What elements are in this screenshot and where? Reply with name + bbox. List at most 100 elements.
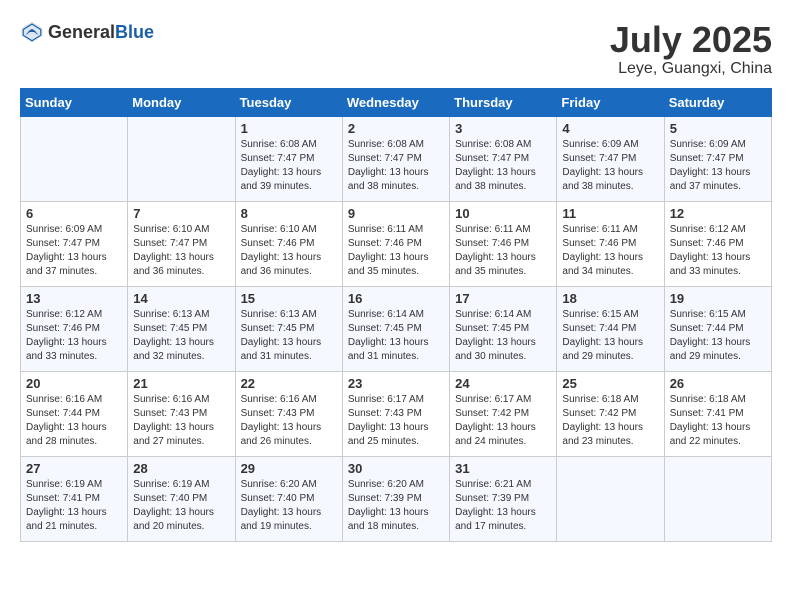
day-info: Sunrise: 6:14 AM Sunset: 7:45 PM Dayligh…: [455, 308, 551, 364]
day-number: 28: [133, 461, 229, 476]
day-info: Sunrise: 6:19 AM Sunset: 7:41 PM Dayligh…: [26, 478, 122, 534]
calendar-cell: 7 Sunrise: 6:10 AM Sunset: 7:47 PM Daylig…: [128, 201, 235, 286]
day-info: Sunrise: 6:20 AM Sunset: 7:39 PM Dayligh…: [348, 478, 444, 534]
day-number: 1: [241, 121, 337, 136]
calendar-cell: 9 Sunrise: 6:11 AM Sunset: 7:46 PM Daylig…: [342, 201, 449, 286]
day-number: 11: [562, 206, 658, 221]
location-title: Leye, Guangxi, China: [610, 60, 772, 78]
calendar-cell: 24 Sunrise: 6:17 AM Sunset: 7:42 PM Dayli…: [450, 371, 557, 456]
weekday-monday: Monday: [128, 88, 235, 116]
day-info: Sunrise: 6:11 AM Sunset: 7:46 PM Dayligh…: [562, 223, 658, 279]
calendar-week-4: 20 Sunrise: 6:16 AM Sunset: 7:44 PM Dayli…: [21, 371, 772, 456]
day-number: 4: [562, 121, 658, 136]
calendar-cell: 31 Sunrise: 6:21 AM Sunset: 7:39 PM Dayli…: [450, 456, 557, 541]
calendar-cell: 26 Sunrise: 6:18 AM Sunset: 7:41 PM Dayli…: [664, 371, 771, 456]
day-info: Sunrise: 6:08 AM Sunset: 7:47 PM Dayligh…: [348, 138, 444, 194]
day-number: 18: [562, 291, 658, 306]
title-block: July 2025 Leye, Guangxi, China: [610, 20, 772, 78]
calendar-cell: 22 Sunrise: 6:16 AM Sunset: 7:43 PM Dayli…: [235, 371, 342, 456]
day-info: Sunrise: 6:21 AM Sunset: 7:39 PM Dayligh…: [455, 478, 551, 534]
day-number: 19: [670, 291, 766, 306]
calendar-cell: 16Sunrise: 6:14 AM Sunset: 7:45 PM Dayli…: [342, 286, 449, 371]
day-number: 20: [26, 376, 122, 391]
calendar-cell: [557, 456, 664, 541]
calendar-cell: 5 Sunrise: 6:09 AM Sunset: 7:47 PM Daylig…: [664, 116, 771, 201]
logo-blue: Blue: [115, 22, 154, 42]
calendar-week-1: 1 Sunrise: 6:08 AM Sunset: 7:47 PM Daylig…: [21, 116, 772, 201]
day-number: 31: [455, 461, 551, 476]
day-number: 3: [455, 121, 551, 136]
calendar-cell: 17 Sunrise: 6:14 AM Sunset: 7:45 PM Dayli…: [450, 286, 557, 371]
day-info: Sunrise: 6:09 AM Sunset: 7:47 PM Dayligh…: [562, 138, 658, 194]
calendar-cell: [128, 116, 235, 201]
calendar-week-5: 27 Sunrise: 6:19 AM Sunset: 7:41 PM Dayli…: [21, 456, 772, 541]
calendar-cell: 6 Sunrise: 6:09 AM Sunset: 7:47 PM Daylig…: [21, 201, 128, 286]
day-number: 30: [348, 461, 444, 476]
calendar-cell: 12 Sunrise: 6:12 AM Sunset: 7:46 PM Dayli…: [664, 201, 771, 286]
day-number: 7: [133, 206, 229, 221]
day-info: Sunrise: 6:20 AM Sunset: 7:40 PM Dayligh…: [241, 478, 337, 534]
day-info: Sunrise: 6:11 AM Sunset: 7:46 PM Dayligh…: [348, 223, 444, 279]
logo-icon: [20, 20, 44, 44]
calendar-cell: 21Sunrise: 6:16 AM Sunset: 7:43 PM Dayli…: [128, 371, 235, 456]
day-number: 29: [241, 461, 337, 476]
weekday-tuesday: Tuesday: [235, 88, 342, 116]
day-number: 14: [133, 291, 229, 306]
weekday-sunday: Sunday: [21, 88, 128, 116]
calendar-table: SundayMondayTuesdayWednesdayThursdayFrid…: [20, 88, 772, 542]
day-info: Sunrise: 6:10 AM Sunset: 7:47 PM Dayligh…: [133, 223, 229, 279]
calendar-cell: [21, 116, 128, 201]
weekday-saturday: Saturday: [664, 88, 771, 116]
day-info: Sunrise: 6:12 AM Sunset: 7:46 PM Dayligh…: [26, 308, 122, 364]
day-number: 8: [241, 206, 337, 221]
day-number: 9: [348, 206, 444, 221]
day-number: 10: [455, 206, 551, 221]
page-header: GeneralBlue July 2025 Leye, Guangxi, Chi…: [20, 20, 772, 78]
logo-text: GeneralBlue: [48, 22, 154, 43]
calendar-cell: 25Sunrise: 6:18 AM Sunset: 7:42 PM Dayli…: [557, 371, 664, 456]
calendar-cell: 8 Sunrise: 6:10 AM Sunset: 7:46 PM Daylig…: [235, 201, 342, 286]
day-number: 6: [26, 206, 122, 221]
calendar-cell: [664, 456, 771, 541]
day-info: Sunrise: 6:16 AM Sunset: 7:43 PM Dayligh…: [241, 393, 337, 449]
calendar-cell: 27 Sunrise: 6:19 AM Sunset: 7:41 PM Dayli…: [21, 456, 128, 541]
calendar-cell: 18Sunrise: 6:15 AM Sunset: 7:44 PM Dayli…: [557, 286, 664, 371]
day-info: Sunrise: 6:11 AM Sunset: 7:46 PM Dayligh…: [455, 223, 551, 279]
calendar-cell: 30 Sunrise: 6:20 AM Sunset: 7:39 PM Dayli…: [342, 456, 449, 541]
calendar-week-2: 6 Sunrise: 6:09 AM Sunset: 7:47 PM Daylig…: [21, 201, 772, 286]
day-number: 25: [562, 376, 658, 391]
day-info: Sunrise: 6:08 AM Sunset: 7:47 PM Dayligh…: [241, 138, 337, 194]
day-info: Sunrise: 6:09 AM Sunset: 7:47 PM Dayligh…: [26, 223, 122, 279]
day-number: 5: [670, 121, 766, 136]
day-number: 12: [670, 206, 766, 221]
day-number: 24: [455, 376, 551, 391]
day-info: Sunrise: 6:10 AM Sunset: 7:46 PM Dayligh…: [241, 223, 337, 279]
day-info: Sunrise: 6:19 AM Sunset: 7:40 PM Dayligh…: [133, 478, 229, 534]
day-number: 21: [133, 376, 229, 391]
day-info: Sunrise: 6:12 AM Sunset: 7:46 PM Dayligh…: [670, 223, 766, 279]
calendar-cell: 23Sunrise: 6:17 AM Sunset: 7:43 PM Dayli…: [342, 371, 449, 456]
calendar-cell: 13 Sunrise: 6:12 AM Sunset: 7:46 PM Dayli…: [21, 286, 128, 371]
logo-general: General: [48, 22, 115, 42]
calendar-week-3: 13 Sunrise: 6:12 AM Sunset: 7:46 PM Dayli…: [21, 286, 772, 371]
day-number: 26: [670, 376, 766, 391]
day-info: Sunrise: 6:13 AM Sunset: 7:45 PM Dayligh…: [241, 308, 337, 364]
weekday-header-row: SundayMondayTuesdayWednesdayThursdayFrid…: [21, 88, 772, 116]
day-info: Sunrise: 6:15 AM Sunset: 7:44 PM Dayligh…: [670, 308, 766, 364]
calendar-cell: 4 Sunrise: 6:09 AM Sunset: 7:47 PM Daylig…: [557, 116, 664, 201]
day-number: 22: [241, 376, 337, 391]
calendar-cell: 14Sunrise: 6:13 AM Sunset: 7:45 PM Dayli…: [128, 286, 235, 371]
day-info: Sunrise: 6:14 AM Sunset: 7:45 PM Dayligh…: [348, 308, 444, 364]
day-info: Sunrise: 6:17 AM Sunset: 7:42 PM Dayligh…: [455, 393, 551, 449]
day-number: 17: [455, 291, 551, 306]
calendar-cell: 15Sunrise: 6:13 AM Sunset: 7:45 PM Dayli…: [235, 286, 342, 371]
day-number: 13: [26, 291, 122, 306]
calendar-cell: 20 Sunrise: 6:16 AM Sunset: 7:44 PM Dayli…: [21, 371, 128, 456]
day-info: Sunrise: 6:16 AM Sunset: 7:44 PM Dayligh…: [26, 393, 122, 449]
day-info: Sunrise: 6:17 AM Sunset: 7:43 PM Dayligh…: [348, 393, 444, 449]
day-info: Sunrise: 6:09 AM Sunset: 7:47 PM Dayligh…: [670, 138, 766, 194]
logo: GeneralBlue: [20, 20, 154, 44]
day-info: Sunrise: 6:18 AM Sunset: 7:41 PM Dayligh…: [670, 393, 766, 449]
calendar-cell: 10 Sunrise: 6:11 AM Sunset: 7:46 PM Dayli…: [450, 201, 557, 286]
day-number: 27: [26, 461, 122, 476]
